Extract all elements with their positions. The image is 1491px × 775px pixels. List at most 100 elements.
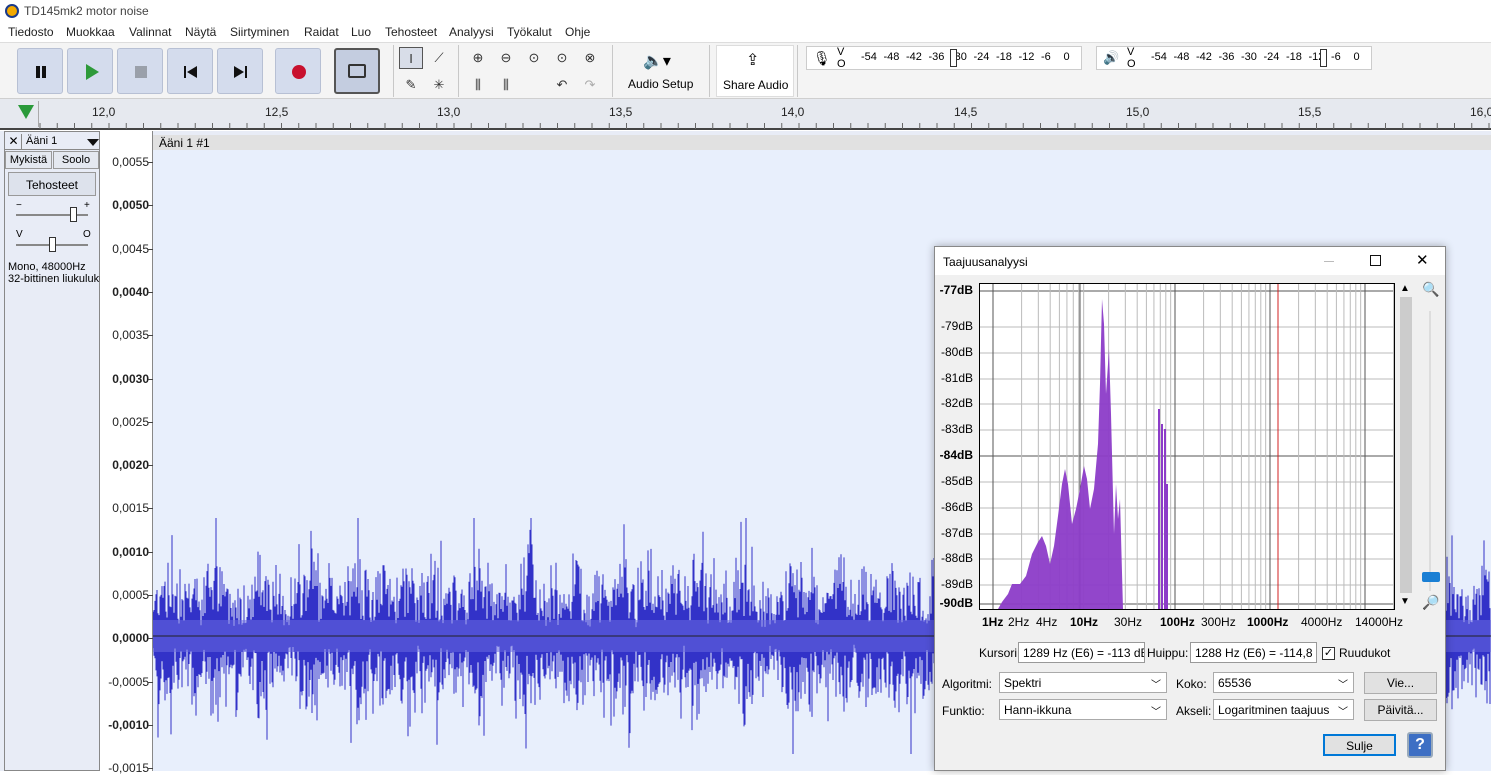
zoom-in-icon[interactable]: ⊕ bbox=[466, 47, 490, 69]
frequency-analysis-dialog: Taajuusanalyysi ✕ -77dB -79dB -80dB -81dB -8… bbox=[934, 246, 1446, 771]
pause-button[interactable] bbox=[17, 48, 63, 94]
zoom-out-icon[interactable]: 🔎 bbox=[1422, 594, 1439, 611]
spectrum-plot[interactable] bbox=[979, 283, 1395, 610]
record-button[interactable] bbox=[275, 48, 321, 94]
ruler-tick: 15,5 bbox=[1298, 105, 1322, 119]
scroll-up-icon[interactable]: ▲ bbox=[1400, 283, 1410, 294]
menu-generate[interactable]: Luo bbox=[351, 25, 371, 39]
ruler-tick: 15,0 bbox=[1126, 105, 1150, 119]
audio-setup-button[interactable]: 🔈▾ Audio Setup bbox=[620, 45, 702, 97]
mute-button[interactable]: Mykistä bbox=[5, 151, 52, 169]
stop-button[interactable] bbox=[117, 48, 163, 94]
ruler-tick: 12,5 bbox=[265, 105, 289, 119]
peak-label: Huippu: bbox=[1147, 646, 1189, 660]
size-value: 65536 bbox=[1218, 676, 1252, 690]
zoom-selection-icon[interactable]: ⊙ bbox=[522, 47, 546, 69]
gain-slider-handle[interactable] bbox=[70, 207, 77, 222]
menu-select[interactable]: Valinnat bbox=[129, 25, 171, 39]
amplitude-tick-label: 0,0055 bbox=[112, 155, 149, 169]
spectrum-spike bbox=[1161, 424, 1163, 609]
multi-tool-icon[interactable]: ✳ bbox=[427, 74, 451, 96]
scroll-down-icon[interactable]: ▼ bbox=[1400, 596, 1410, 607]
solo-button[interactable]: Soolo bbox=[53, 151, 99, 169]
function-select[interactable]: Hann-ikkuna ﹀ bbox=[999, 699, 1167, 720]
update-button[interactable]: Päivitä... bbox=[1364, 699, 1437, 721]
timeline-ruler[interactable]: 12,0 12,5 13,0 13,5 14,0 14,5 15,0 15,5 … bbox=[0, 99, 1491, 130]
minimize-icon[interactable] bbox=[1324, 261, 1334, 262]
recording-meter[interactable]: 🎙 V O -54 -48 -42 -36 -30 -24 -18 -12 -6 0 bbox=[806, 46, 1082, 70]
play-button[interactable] bbox=[67, 48, 113, 94]
pause-icon bbox=[36, 66, 40, 78]
hz-tick-label: 4000Hz bbox=[1301, 615, 1343, 629]
function-label: Funktio: bbox=[942, 704, 985, 718]
grid-checkbox[interactable]: ✓ bbox=[1322, 647, 1335, 660]
close-track-icon[interactable]: ✕ bbox=[6, 134, 22, 149]
menu-tools[interactable]: Työkalut bbox=[507, 25, 552, 39]
track-menu-chevron-down-icon[interactable] bbox=[87, 139, 99, 146]
export-button[interactable]: Vie... bbox=[1364, 672, 1437, 694]
ruler-tick: 14,5 bbox=[954, 105, 978, 119]
menu-file[interactable]: Tiedosto bbox=[8, 25, 54, 39]
close-button[interactable]: Sulje bbox=[1323, 734, 1396, 756]
undo-icon[interactable]: ↶ bbox=[550, 74, 574, 96]
amplitude-scale[interactable]: 0,0055 0,0050 0,0045 0,0040 0,0035 0,0030 0,00… bbox=[100, 131, 153, 775]
db-tick-label: -89dB bbox=[940, 577, 973, 591]
play-meter-left-label: V bbox=[1127, 46, 1135, 58]
menu-view[interactable]: Näytä bbox=[185, 25, 216, 39]
gain-slider[interactable] bbox=[16, 214, 88, 216]
toolbar-separator bbox=[709, 45, 710, 97]
menu-transport[interactable]: Siirtyminen bbox=[230, 25, 289, 39]
maximize-icon[interactable] bbox=[1370, 255, 1381, 266]
meter-tick-label: -6 bbox=[1331, 51, 1341, 63]
menu-effect[interactable]: Tehosteet bbox=[385, 25, 437, 39]
menu-tracks[interactable]: Raidat bbox=[304, 25, 339, 39]
axis-select[interactable]: Logaritminen taajuus ﹀ bbox=[1213, 699, 1354, 720]
redo-icon[interactable]: ↷ bbox=[578, 74, 602, 96]
zoom-toggle-icon[interactable]: ⊗ bbox=[578, 47, 602, 69]
envelope-tool-icon[interactable]: ⟋ bbox=[427, 47, 451, 69]
algorithm-select[interactable]: Spektri ﹀ bbox=[999, 672, 1167, 693]
zoom-fit-icon[interactable]: ⊙ bbox=[550, 47, 574, 69]
close-icon[interactable]: ✕ bbox=[1416, 251, 1429, 269]
track-name[interactable]: Ääni 1 bbox=[26, 135, 57, 147]
peak-field[interactable]: 1288 Hz (E6) = -114,8 dB bbox=[1190, 642, 1317, 663]
play-meter-slider-handle[interactable] bbox=[1320, 49, 1327, 67]
trim-icon[interactable]: ⫼ bbox=[466, 74, 490, 96]
playback-meter[interactable]: 🔊 V O -54 -48 -42 -36 -30 -24 -18 -12 -6 0 bbox=[1096, 46, 1372, 70]
clip-title-bar[interactable]: Ääni 1 #1 bbox=[153, 135, 1491, 150]
skip-start-button[interactable] bbox=[167, 48, 213, 94]
vertical-scrollbar[interactable] bbox=[1400, 297, 1412, 593]
draw-tool-icon[interactable]: ✎ bbox=[399, 74, 423, 96]
meter-tick-label: -6 bbox=[1041, 51, 1051, 63]
skip-end-button[interactable] bbox=[217, 48, 263, 94]
menu-help[interactable]: Ohje bbox=[565, 25, 590, 39]
size-select[interactable]: 65536 ﹀ bbox=[1213, 672, 1354, 693]
zoom-slider[interactable] bbox=[1429, 311, 1431, 591]
ruler-tick: 14,0 bbox=[781, 105, 805, 119]
skip-start-arrow bbox=[187, 66, 197, 78]
clip-name: Ääni 1 #1 bbox=[159, 136, 210, 150]
help-button[interactable]: ? bbox=[1407, 732, 1433, 758]
loop-button[interactable] bbox=[334, 48, 380, 94]
zoom-out-icon[interactable]: ⊖ bbox=[494, 47, 518, 69]
rec-meter-slider-handle[interactable] bbox=[950, 49, 957, 67]
meter-tick-label: -42 bbox=[906, 51, 922, 63]
silence-icon[interactable]: ⫼ bbox=[494, 74, 518, 96]
spectrum-area bbox=[998, 299, 1123, 609]
amplitude-tick-label: 0,0050 bbox=[112, 198, 149, 213]
selection-tool-icon[interactable]: I bbox=[399, 47, 423, 69]
menu-edit[interactable]: Muokkaa bbox=[66, 25, 115, 39]
menu-analyze[interactable]: Analyysi bbox=[449, 25, 494, 39]
zoom-slider-handle[interactable] bbox=[1422, 572, 1440, 582]
db-tick-label: -88dB bbox=[940, 551, 973, 565]
amplitude-tick-label: 0,0010 bbox=[112, 544, 149, 559]
stop-icon bbox=[135, 66, 147, 78]
pan-slider-handle[interactable] bbox=[49, 237, 56, 252]
cursor-field[interactable]: 1289 Hz (E6) = -113 dB bbox=[1018, 642, 1145, 663]
share-audio-button[interactable]: ⇪ Share Audio bbox=[716, 45, 794, 97]
zoom-in-icon[interactable]: 🔍 bbox=[1422, 281, 1439, 298]
meter-tick-label: -12 bbox=[1018, 51, 1035, 63]
play-head-marker-icon[interactable] bbox=[18, 105, 34, 119]
db-tick-label: -79dB bbox=[940, 319, 973, 333]
effects-button[interactable]: Tehosteet bbox=[8, 172, 96, 196]
